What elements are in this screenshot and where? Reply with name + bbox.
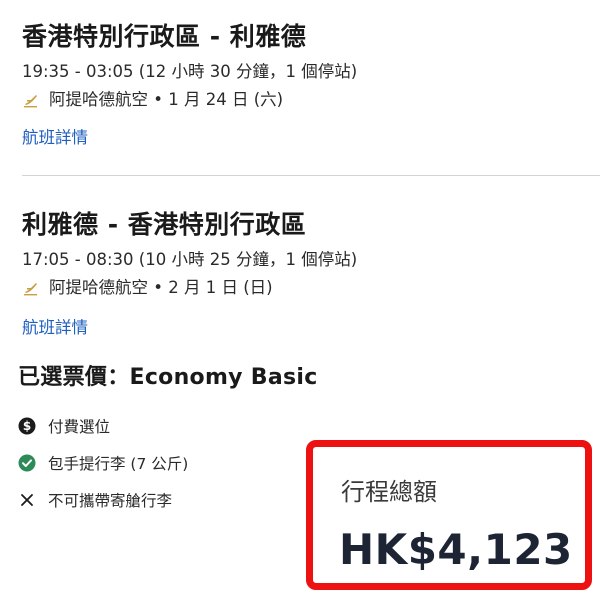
outbound-flight-details-link[interactable]: 航班詳情 — [22, 125, 88, 151]
return-times: 17:05 - 08:30 (10 小時 25 分鐘，1 個停站) — [22, 250, 358, 269]
trip-total-price: HK$4,123 — [339, 525, 573, 574]
return-route-title: 利雅德 - 香港特別行政區 — [22, 210, 307, 239]
outbound-airline-date: 阿提哈德航空 • 1 月 24 日 (六) — [49, 90, 284, 109]
flight-divider — [22, 175, 600, 176]
return-airline-row: 阿提哈德航空 • 2 月 1 日 (日) — [22, 275, 600, 301]
trip-total-box: 行程總額 HK$4,123 — [306, 440, 592, 590]
return-airline-date: 阿提哈德航空 • 2 月 1 日 (日) — [49, 278, 273, 297]
dollar-circle-icon: $ — [18, 417, 36, 435]
svg-text:$: $ — [23, 419, 31, 433]
outbound-flight-card: 香港特別行政區 - 利雅德 19:35 - 03:05 (12 小時 30 分鐘… — [22, 18, 600, 151]
outbound-times: 19:35 - 03:05 (12 小時 30 分鐘，1 個停站) — [22, 62, 358, 81]
fare-feature-label: 不可攜帶寄艙行李 — [48, 492, 173, 510]
fare-feature-checked-bag: 不可攜帶寄艙行李 — [18, 488, 188, 512]
trip-total-label: 行程總額 — [341, 478, 437, 506]
fare-feature-paid-seat: $ 付費選位 — [18, 414, 188, 438]
fare-feature-label: 付費選位 — [48, 418, 111, 436]
outbound-route-title: 香港特別行政區 - 利雅德 — [22, 22, 307, 51]
return-flight-details-link[interactable]: 航班詳情 — [22, 315, 88, 341]
fare-feature-carry-on: 包手提行李 (7 公斤) — [18, 451, 188, 475]
airline-logo-icon — [24, 283, 37, 296]
booking-summary: 香港特別行政區 - 利雅德 19:35 - 03:05 (12 小時 30 分鐘… — [0, 0, 600, 600]
airline-logo-icon — [24, 95, 37, 108]
check-circle-icon — [18, 454, 36, 472]
x-icon — [21, 494, 33, 506]
return-flight-card: 利雅德 - 香港特別行政區 17:05 - 08:30 (10 小時 25 分鐘… — [22, 206, 600, 341]
selected-fare-title: 已選票價：Economy Basic — [18, 365, 318, 390]
fare-feature-label: 包手提行李 (7 公斤) — [48, 455, 189, 473]
outbound-airline-row: 阿提哈德航空 • 1 月 24 日 (六) — [22, 87, 600, 113]
fare-features-list: $ 付費選位 包手提行李 (7 公斤) 不可攜帶寄艙行李 — [18, 414, 188, 525]
